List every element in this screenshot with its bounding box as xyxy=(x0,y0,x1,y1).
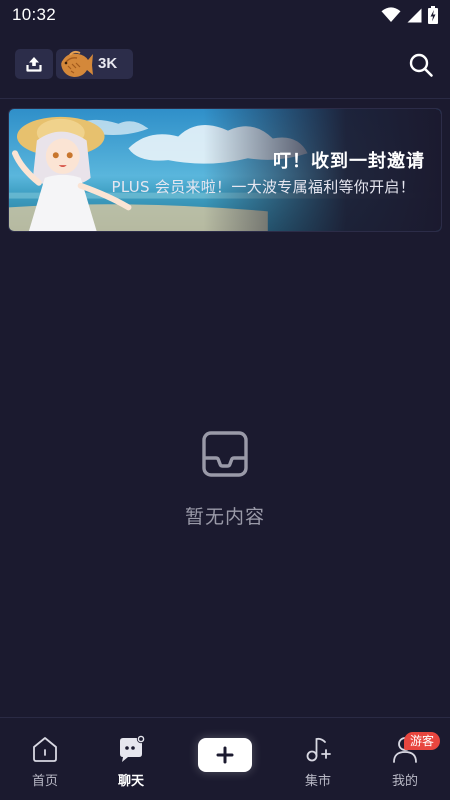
search-icon[interactable] xyxy=(408,52,434,78)
inbox-tray-icon xyxy=(202,431,248,477)
nav-item-profile[interactable]: 我的 xyxy=(360,718,450,800)
banner-subtitle: PLUS 会员来啦！一大波专属福利等你开启！ xyxy=(111,178,415,196)
nav-item-home[interactable]: 首页 xyxy=(0,718,90,800)
coin-count: 3K xyxy=(98,55,118,72)
guest-badge: 游客 xyxy=(404,732,441,750)
wifi-icon xyxy=(381,7,401,22)
status-time: 10:32 xyxy=(12,5,57,24)
empty-state-text: 暂无内容 xyxy=(184,506,265,528)
banner-title: 叮！收到一封邀请 xyxy=(273,151,425,172)
nav-label-chat: 聊天 xyxy=(117,774,144,789)
plus-icon xyxy=(216,746,234,764)
battery-charging-icon xyxy=(428,6,438,24)
nav-label-profile: 我的 xyxy=(391,774,418,789)
nav-item-chat[interactable]: 聊天 xyxy=(86,718,176,800)
plus-invite-banner[interactable]: 叮！收到一封邀请 PLUS 会员来啦！一大波专属福利等你开启！ xyxy=(8,108,442,232)
coin-balance[interactable]: 3K xyxy=(56,49,133,79)
nav-label-home: 首页 xyxy=(31,774,58,789)
music-note-icon xyxy=(306,737,331,762)
empty-state: 暂无内容 xyxy=(0,430,450,529)
signal-icon xyxy=(407,8,422,22)
status-bar: 10:32 xyxy=(0,0,450,30)
bottom-nav: 首页 聊天 集市 我的 游客 xyxy=(0,717,450,800)
upload-icon xyxy=(26,57,42,72)
nav-label-market: 集市 xyxy=(304,774,331,789)
chat-bubble-icon xyxy=(120,734,146,762)
top-bar: 3K xyxy=(0,38,450,94)
taiyaki-fish-icon xyxy=(61,50,93,77)
status-icons xyxy=(381,6,438,24)
home-icon xyxy=(33,737,57,762)
nav-item-market[interactable]: 集市 xyxy=(273,718,363,800)
nav-item-create[interactable] xyxy=(180,718,270,800)
create-button[interactable] xyxy=(198,738,252,772)
app-screen: 10:32 3K 叮！收到一封邀请 PLUS 会员来啦！一大波专属福利等你开启！… xyxy=(0,0,450,800)
upload-button[interactable] xyxy=(15,49,53,79)
top-divider xyxy=(0,98,450,99)
